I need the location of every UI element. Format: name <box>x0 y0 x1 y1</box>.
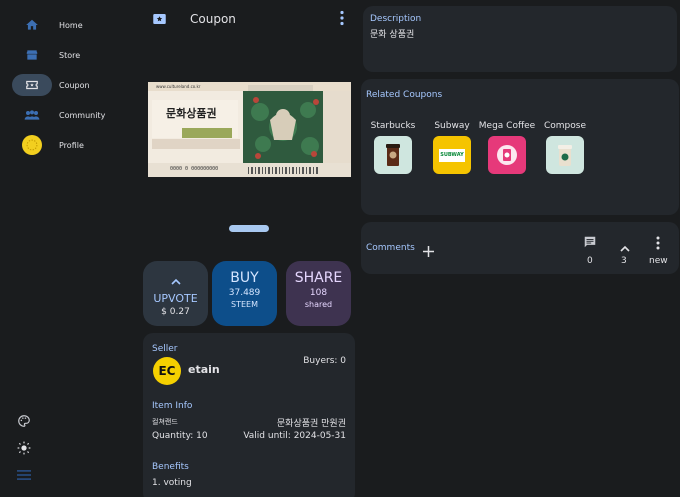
sidebar-item-label: Home <box>59 20 83 30</box>
community-icon <box>12 104 52 126</box>
related-item-name: Mega Coffee <box>478 121 536 131</box>
share-unit: shared <box>304 300 333 309</box>
ticket-icon <box>12 74 52 96</box>
upvote-button[interactable]: UPVOTE $ 0.27 <box>143 261 208 326</box>
sort-label[interactable]: new <box>649 256 668 266</box>
subway-logo: SUBWAY <box>433 136 471 174</box>
description-card: Description 문화 상품권 <box>363 6 677 72</box>
upvote-label: UPVOTE <box>153 292 198 305</box>
comments-card: Comments 0 3 new <box>361 222 679 274</box>
sidebar-item-label: Profile <box>59 140 84 150</box>
upvote-value: $ 0.27 <box>161 307 190 317</box>
seller-card: Seller EC etain Buyers: 0 Item Info 컬쳐랜드… <box>143 333 355 497</box>
related-item-mega-coffee[interactable]: Mega Coffee <box>477 121 537 174</box>
related-label: Related Coupons <box>366 90 443 100</box>
menu-icon[interactable] <box>15 466 33 484</box>
sidebar-item-label: Store <box>59 50 81 60</box>
comment-count: 0 <box>587 256 593 266</box>
coupon-image: www.cultureland.co.kr 문화상품권 0000 0 00000… <box>148 82 351 177</box>
chevron-up-icon[interactable] <box>620 237 630 256</box>
coupon-site: www.cultureland.co.kr <box>156 84 201 89</box>
seller-avatar-text: EC <box>158 364 176 378</box>
page-title: Coupon <box>190 12 236 26</box>
more-vert-icon[interactable] <box>655 235 661 254</box>
comment-count-icon[interactable] <box>583 234 597 253</box>
subway-logo-text: SUBWAY <box>440 152 464 158</box>
related-item-compose[interactable]: Compose <box>535 121 595 174</box>
related-item-name: Subway <box>434 121 470 131</box>
buy-button[interactable]: BUY 37.489 STEEM <box>212 261 277 326</box>
item-brand: 컬쳐랜드 <box>152 418 178 426</box>
share-label: SHARE <box>294 270 343 286</box>
more-vert-icon[interactable] <box>339 10 345 30</box>
description-text: 문화 상품권 <box>370 30 415 40</box>
seller-avatar[interactable]: EC <box>153 357 181 385</box>
sidebar-item-profile[interactable]: Profile <box>12 133 132 157</box>
seller-label: Seller <box>152 344 178 354</box>
buy-unit: STEEM <box>231 300 258 309</box>
description-label: Description <box>370 14 422 24</box>
sidebar-item-coupon[interactable]: Coupon <box>12 73 132 97</box>
comments-label: Comments <box>366 243 415 253</box>
palette-icon[interactable] <box>15 412 33 430</box>
drag-handle[interactable] <box>229 225 269 232</box>
vote-count: 3 <box>621 256 627 266</box>
home-icon <box>12 14 52 36</box>
starbucks-logo <box>374 136 412 174</box>
item-product: 문화상품권 만원권 <box>276 419 346 429</box>
item-quantity: Quantity: 10 <box>152 431 208 441</box>
buy-price: 37.489 <box>228 288 261 298</box>
sidebar: Home Store Coupon Community Profile <box>0 0 140 497</box>
sidebar-item-community[interactable]: Community <box>12 103 132 127</box>
benefit-item: 1. voting <box>152 478 192 488</box>
buy-label: BUY <box>230 270 259 286</box>
mega-coffee-logo <box>488 136 526 174</box>
coupon-serial: 0000 0 000000000 <box>170 166 219 172</box>
benefits-label: Benefits <box>152 462 189 472</box>
seller-name[interactable]: etain <box>188 363 220 376</box>
sidebar-item-label: Community <box>59 110 106 120</box>
profile-avatar <box>22 135 42 155</box>
chevron-up-icon <box>143 270 208 289</box>
share-button[interactable]: SHARE 108 shared <box>286 261 351 326</box>
sidebar-item-store[interactable]: Store <box>12 43 132 67</box>
related-item-name: Compose <box>543 121 586 131</box>
buyers-count: Buyers: 0 <box>303 356 346 366</box>
profile-icon-wrap <box>12 134 52 156</box>
compose-logo <box>546 136 584 174</box>
store-icon <box>12 44 52 66</box>
share-count: 108 <box>309 288 328 298</box>
item-info-label: Item Info <box>152 401 193 411</box>
sidebar-item-home[interactable]: Home <box>12 13 132 37</box>
item-valid-until: Valid until: 2024-05-31 <box>243 431 346 441</box>
brightness-icon[interactable] <box>15 439 33 457</box>
related-item-subway[interactable]: Subway SUBWAY <box>422 121 482 174</box>
top-app-bar: Coupon <box>140 0 356 38</box>
related-item-name: Starbucks <box>370 121 416 131</box>
related-item-starbucks[interactable]: Starbucks <box>363 121 423 174</box>
sidebar-item-label: Coupon <box>59 80 90 90</box>
add-comment-icon[interactable] <box>423 242 434 261</box>
coupon-text: 문화상품권 <box>166 107 217 120</box>
ticket-icon <box>152 11 167 30</box>
